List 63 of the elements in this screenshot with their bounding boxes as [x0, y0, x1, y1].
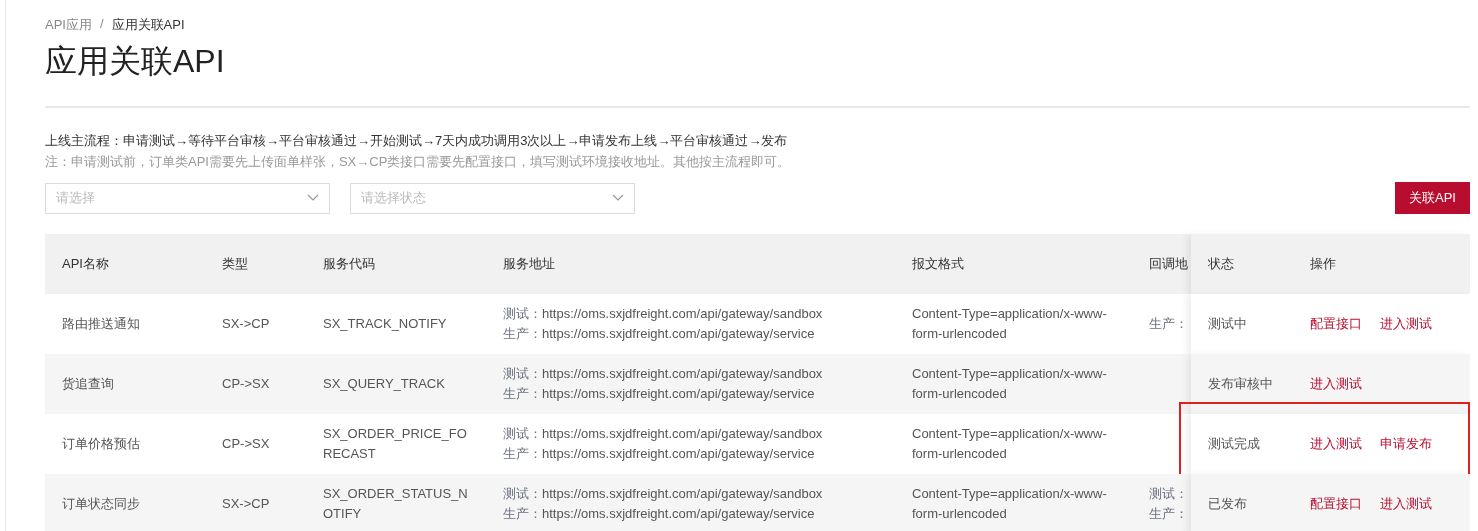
address-label: 测试：: [503, 486, 542, 501]
link-api-button[interactable]: 关联API: [1395, 182, 1470, 214]
table-cell-text: Content-Type=application/x-www-form-urlencoded: [912, 365, 1108, 403]
action-link[interactable]: 进入测试: [1380, 495, 1432, 513]
address-label: 生产：: [503, 386, 542, 401]
table-cell-text: CP->SX: [222, 435, 271, 453]
column-header: 操作: [1310, 255, 1337, 273]
address-url: https://oms.sxjdfreight.com/api/gateway/sandbox: [542, 426, 823, 441]
address-url: https://oms.sxjdfreight.com/api/gateway/sandbox: [542, 486, 823, 501]
column-header: 服务代码: [323, 255, 376, 273]
action-link[interactable]: 配置接口: [1310, 315, 1362, 333]
table-cell-text: CP->SX: [222, 375, 271, 393]
column-header: 回调地: [1149, 255, 1189, 273]
chevron-down-icon: [612, 194, 624, 202]
address-url: https://oms.sxjdfreight.com/api/gateway/sandbox: [542, 366, 823, 381]
table-cell-text: SX_QUERY_TRACK: [323, 375, 446, 393]
table-cell-text: Content-Type=application/x-www-form-urlencoded: [912, 425, 1108, 463]
page-title: 应用关联API: [45, 42, 226, 81]
address-label: 测试：: [503, 306, 542, 321]
action-link[interactable]: 配置接口: [1310, 495, 1362, 513]
address-label: 测试：: [503, 366, 542, 381]
action-link[interactable]: 申请发布: [1380, 435, 1432, 453]
table-cell-text: Content-Type=application/x-www-form-urlencoded: [912, 485, 1108, 523]
address-url: https://oms.sxjdfreight.com/api/gateway/service: [542, 506, 815, 521]
callback-label: 测试：: [1149, 485, 1189, 503]
column-header: API名称: [62, 255, 110, 273]
table-cell-text: 货追查询: [62, 375, 115, 393]
table-cell-text: SX_ORDER_STATUS_NOTIFY: [323, 485, 469, 523]
address-url: https://oms.sxjdfreight.com/api/gateway/service: [542, 326, 815, 341]
address-url: https://oms.sxjdfreight.com/api/gateway/service: [542, 446, 815, 461]
column-header: 类型: [222, 255, 249, 273]
address-url: https://oms.sxjdfreight.com/api/gateway/sandbox: [542, 306, 823, 321]
chevron-down-icon: [307, 194, 319, 202]
status-text: 已发布: [1208, 495, 1248, 513]
table-cell-text: Content-Type=application/x-www-form-urlencoded: [912, 305, 1108, 343]
table-cell-text: SX_TRACK_NOTIFY: [323, 315, 448, 333]
action-link[interactable]: 进入测试: [1310, 435, 1362, 453]
address-label: 生产：: [503, 326, 542, 341]
table-cell-text: 订单状态同步: [62, 495, 141, 513]
table-cell-text: 订单价格预估: [62, 435, 141, 453]
action-link[interactable]: 进入测试: [1310, 375, 1362, 393]
address-url: https://oms.sxjdfreight.com/api/gateway/service: [542, 386, 815, 401]
address-label: 生产：: [503, 446, 542, 461]
breadcrumb-item: 应用关联API: [111, 16, 185, 34]
column-header: 状态: [1208, 255, 1235, 273]
address-label: 测试：: [503, 426, 542, 441]
callback-label: 生产：: [1149, 315, 1189, 333]
status-text: 发布审核中: [1208, 375, 1274, 393]
breadcrumb-item[interactable]: API应用: [45, 16, 92, 34]
column-header: 报文格式: [912, 255, 965, 273]
note-text: 注：申请测试前，订单类API需要先上传面单样张，SX→CP类接口需要先配置接口，填写测试环境接收地址。其他按主流程即可。: [45, 153, 792, 171]
table-cell-text: SX->CP: [222, 315, 271, 333]
address-label: 生产：: [503, 506, 542, 521]
status-text: 测试中: [1208, 315, 1248, 333]
breadcrumb-separator: /: [99, 16, 104, 33]
action-link[interactable]: 进入测试: [1380, 315, 1432, 333]
callback-label: 生产：: [1149, 505, 1189, 523]
column-header: 服务地址: [503, 255, 556, 273]
table-cell-text: SX_ORDER_PRICE_FORECAST: [323, 425, 468, 463]
status-text: 测试完成: [1208, 435, 1261, 453]
table-cell-text: SX->CP: [222, 495, 271, 513]
flow-text: 上线主流程：申请测试→等待平台审核→平台审核通过→开始测试→7天内成功调用3次以上→申请发布上线→平台审核通过→发布: [45, 132, 789, 150]
table-cell-text: 路由推送通知: [62, 315, 141, 333]
